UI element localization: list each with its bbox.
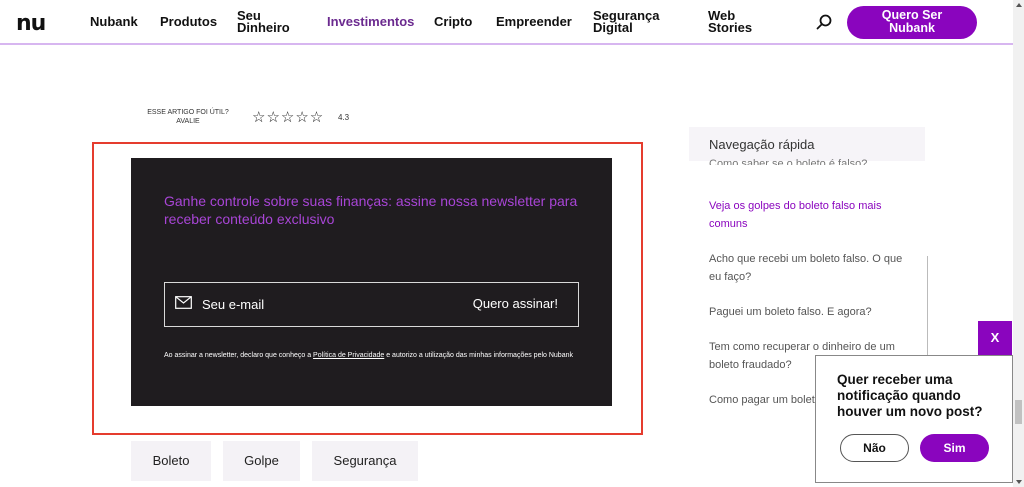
notification-yes-button[interactable]: Sim	[920, 434, 989, 462]
quick-nav-item-cut[interactable]: Como saber se o boleto é falso?	[709, 157, 867, 165]
nav-item-seguranca-digital[interactable]: Segurança Digital	[593, 9, 659, 35]
tag-boleto[interactable]: Boleto	[131, 441, 211, 481]
privacy-policy-link[interactable]: Política de Privacidade	[313, 352, 384, 359]
rating-stars[interactable]: ☆☆☆☆☆	[252, 108, 324, 126]
rating-value: 4.3	[338, 113, 350, 122]
newsletter-form: Seu e-mail Quero assinar!	[164, 282, 579, 327]
nav-item-web-stories-line2: Stories	[708, 20, 753, 35]
search-icon[interactable]	[815, 13, 833, 31]
nubank-logo[interactable]: nu	[16, 11, 46, 36]
notification-question: Quer receber uma notificação quando houv…	[837, 372, 983, 419]
legal-text-before: Ao assinar a newsletter, declaro que con…	[164, 352, 314, 359]
quick-nav-item[interactable]: Veja os golpes do boleto falso mais comu…	[709, 197, 909, 233]
nav-item-nubank[interactable]: Nubank	[90, 15, 138, 28]
nav-item-cripto[interactable]: Cripto	[434, 15, 472, 28]
nav-item-seu-dinheiro-line2: Dinheiro	[237, 20, 290, 35]
notification-close-button[interactable]: X	[978, 321, 1012, 355]
nav-item-seguranca-digital-line2: Digital	[593, 20, 633, 35]
cta-line2: Nubank	[889, 21, 935, 35]
notification-no-button[interactable]: Não	[840, 434, 909, 462]
quero-ser-nubank-button[interactable]: Quero Ser Nubank	[847, 6, 977, 39]
nav-item-web-stories[interactable]: Web Stories	[708, 9, 753, 35]
nav-item-seu-dinheiro[interactable]: Seu Dinheiro	[237, 9, 290, 35]
email-input[interactable]: Seu e-mail	[202, 297, 264, 312]
legal-text-after: e autorizo a utilização das minhas infor…	[384, 352, 573, 359]
notification-popup: Quer receber uma notificação quando houv…	[815, 355, 1013, 483]
scroll-thumb[interactable]	[1015, 400, 1022, 424]
newsletter-box: Ganhe controle sobre suas finanças: assi…	[131, 158, 612, 406]
nav-item-empreender[interactable]: Empreender	[496, 15, 572, 28]
quick-nav-item[interactable]: Paguei um boleto falso. E agora?	[709, 303, 909, 321]
subscribe-button[interactable]: Quero assinar!	[473, 296, 558, 311]
mail-icon	[175, 296, 192, 309]
nav-item-investimentos[interactable]: Investimentos	[327, 15, 414, 28]
scroll-down-arrow-icon[interactable]	[1016, 480, 1022, 484]
quick-nav-item[interactable]: Acho que recebi um boleto falso. O que e…	[709, 250, 909, 286]
rating-label: ESSE ARTIGO FOI ÚTIL? AVALIE	[138, 108, 238, 126]
nav-item-produtos[interactable]: Produtos	[160, 15, 217, 28]
page-scrollbar[interactable]	[1013, 0, 1024, 487]
quick-nav-title: Navegação rápida	[689, 127, 925, 161]
rating-question: ESSE ARTIGO FOI ÚTIL?	[147, 109, 229, 116]
tag-golpe[interactable]: Golpe	[223, 441, 300, 481]
tag-seguranca[interactable]: Segurança	[312, 441, 418, 481]
newsletter-legal-text: Ao assinar a newsletter, declaro que con…	[164, 350, 574, 362]
scroll-up-arrow-icon[interactable]	[1016, 3, 1022, 7]
site-header: nu Nubank Produtos Seu Dinheiro Investim…	[0, 0, 1013, 45]
rating-action: AVALIE	[176, 118, 200, 125]
newsletter-title: Ganhe controle sobre suas finanças: assi…	[164, 193, 578, 227]
